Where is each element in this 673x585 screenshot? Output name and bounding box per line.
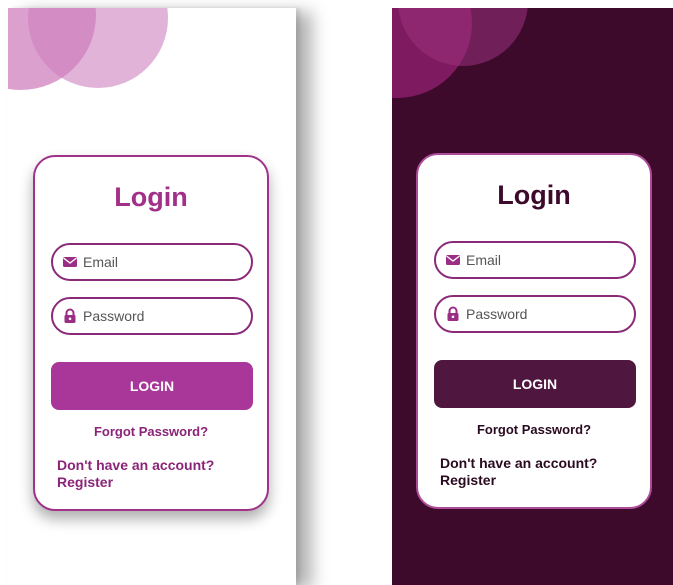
register-link[interactable]: Register — [57, 474, 214, 491]
login-title: Login — [114, 182, 188, 212]
light-theme-screen: Login LOGIN Forgot Password? Don't have … — [8, 8, 296, 585]
no-account-text: Don't have an account? — [440, 455, 598, 471]
no-account-text: Don't have an account? — [57, 457, 215, 473]
password-field[interactable] — [51, 297, 253, 335]
lock-icon — [447, 306, 459, 321]
dark-theme-screen: Login LOGIN Forgot Password? Don't have … — [392, 8, 673, 585]
lock-icon — [64, 308, 76, 323]
email-field[interactable] — [434, 241, 636, 279]
password-field[interactable] — [434, 295, 636, 333]
email-field[interactable] — [51, 243, 253, 281]
register-prompt: Don't have an account? Register — [440, 455, 597, 489]
login-button[interactable]: LOGIN — [51, 362, 253, 410]
login-button[interactable]: LOGIN — [434, 360, 636, 408]
forgot-password-link[interactable]: Forgot Password? — [35, 424, 267, 439]
register-prompt: Don't have an account? Register — [57, 457, 214, 491]
email-input[interactable] — [83, 245, 243, 279]
email-input[interactable] — [466, 243, 626, 277]
login-title: Login — [497, 180, 571, 210]
login-card: Login LOGIN Forgot Password? Don't have … — [416, 153, 652, 509]
register-link[interactable]: Register — [440, 472, 597, 489]
envelope-icon — [63, 257, 77, 267]
envelope-icon — [446, 255, 460, 265]
forgot-password-link[interactable]: Forgot Password? — [418, 422, 650, 437]
password-input[interactable] — [466, 297, 626, 331]
login-card: Login LOGIN Forgot Password? Don't have … — [33, 155, 269, 511]
password-input[interactable] — [83, 299, 243, 333]
